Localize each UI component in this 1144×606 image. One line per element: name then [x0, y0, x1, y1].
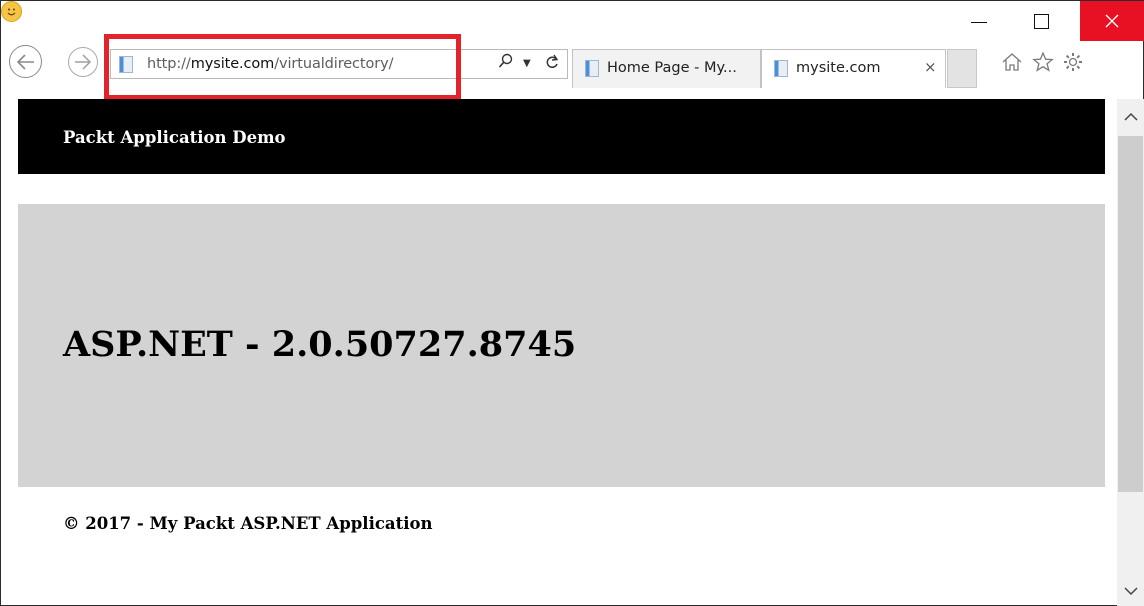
tab-home-page[interactable]: Home Page - My... [572, 49, 761, 88]
page-icon [119, 56, 133, 73]
maximize-icon [1033, 13, 1049, 29]
tab-label: Home Page - My... [607, 60, 737, 76]
back-icon [16, 53, 34, 70]
close-window-button[interactable] [1080, 1, 1144, 41]
site-title-link[interactable]: Packt Application Demo [63, 128, 286, 147]
scroll-up-button[interactable] [1117, 99, 1144, 135]
smiley-icon[interactable] [1, 1, 22, 22]
chevron-up-icon [1123, 112, 1138, 121]
page-icon [774, 60, 788, 77]
tab-mysite[interactable]: mysite.com × [761, 49, 946, 88]
page-heading: ASP.NET - 2.0.50727.8745 [63, 324, 577, 365]
url-host: mysite.com [190, 56, 275, 72]
vertical-scrollbar[interactable] [1117, 99, 1144, 606]
minimize-button[interactable] [956, 1, 1002, 41]
hero-section: ASP.NET - 2.0.50727.8745 [18, 204, 1105, 487]
chevron-down-icon [1123, 587, 1138, 596]
address-url[interactable]: http://mysite.com/virtualdirectory/ [147, 56, 394, 72]
refresh-icon[interactable] [544, 53, 560, 75]
tab-label: mysite.com [796, 60, 881, 76]
address-bar[interactable]: http://mysite.com/virtualdirectory/ ▼ [110, 49, 568, 79]
footer-copyright: © 2017 - My Packt ASP.NET Application [63, 514, 433, 533]
close-icon [1105, 14, 1119, 28]
favorites-star-icon[interactable] [1032, 51, 1054, 77]
forward-icon [75, 54, 92, 70]
scroll-down-button[interactable] [1117, 576, 1144, 606]
dropdown-icon[interactable]: ▼ [523, 58, 531, 69]
scroll-thumb[interactable] [1118, 136, 1143, 492]
maximize-button[interactable] [1018, 1, 1064, 41]
browser-window: http://mysite.com/virtualdirectory/ ▼ Ho… [0, 0, 1144, 606]
minimize-icon [971, 21, 987, 23]
gear-icon[interactable] [1062, 51, 1084, 77]
new-tab-button[interactable] [947, 49, 977, 88]
url-path: /virtualdirectory/ [274, 56, 394, 72]
search-icon[interactable] [498, 53, 514, 75]
home-icon[interactable] [1001, 51, 1023, 77]
forward-button[interactable] [68, 47, 98, 77]
close-tab-icon[interactable]: × [924, 58, 937, 76]
url-scheme: http:// [147, 56, 191, 72]
page-icon [585, 60, 599, 77]
back-button[interactable] [9, 45, 42, 78]
site-header: Packt Application Demo [18, 99, 1105, 174]
